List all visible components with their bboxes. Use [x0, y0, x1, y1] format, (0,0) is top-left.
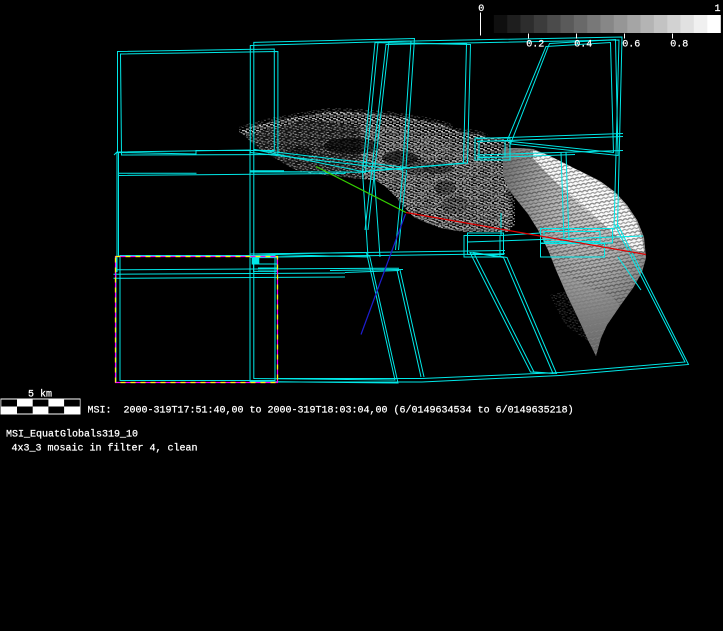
svg-text:0.4: 0.4 — [574, 40, 592, 51]
svg-text:0.6: 0.6 — [622, 40, 640, 51]
svg-text:MSI: 2000-319T17:51:40,00 to: MSI: 2000-319T17:51:40,00 to 2000-319T18… — [88, 405, 574, 417]
svg-text:4x3_3 mosaic in filter 4, clea: 4x3_3 mosaic in filter 4, clean — [12, 443, 198, 455]
svg-text:5 km: 5 km — [28, 389, 52, 401]
svg-text:0.8: 0.8 — [670, 40, 688, 51]
svg-text:0.2: 0.2 — [526, 40, 544, 51]
svg-text:MSI_EquatGlobals319_10: MSI_EquatGlobals319_10 — [6, 429, 138, 441]
svg-text:0: 0 — [478, 4, 484, 15]
svg-text:1: 1 — [714, 4, 720, 15]
